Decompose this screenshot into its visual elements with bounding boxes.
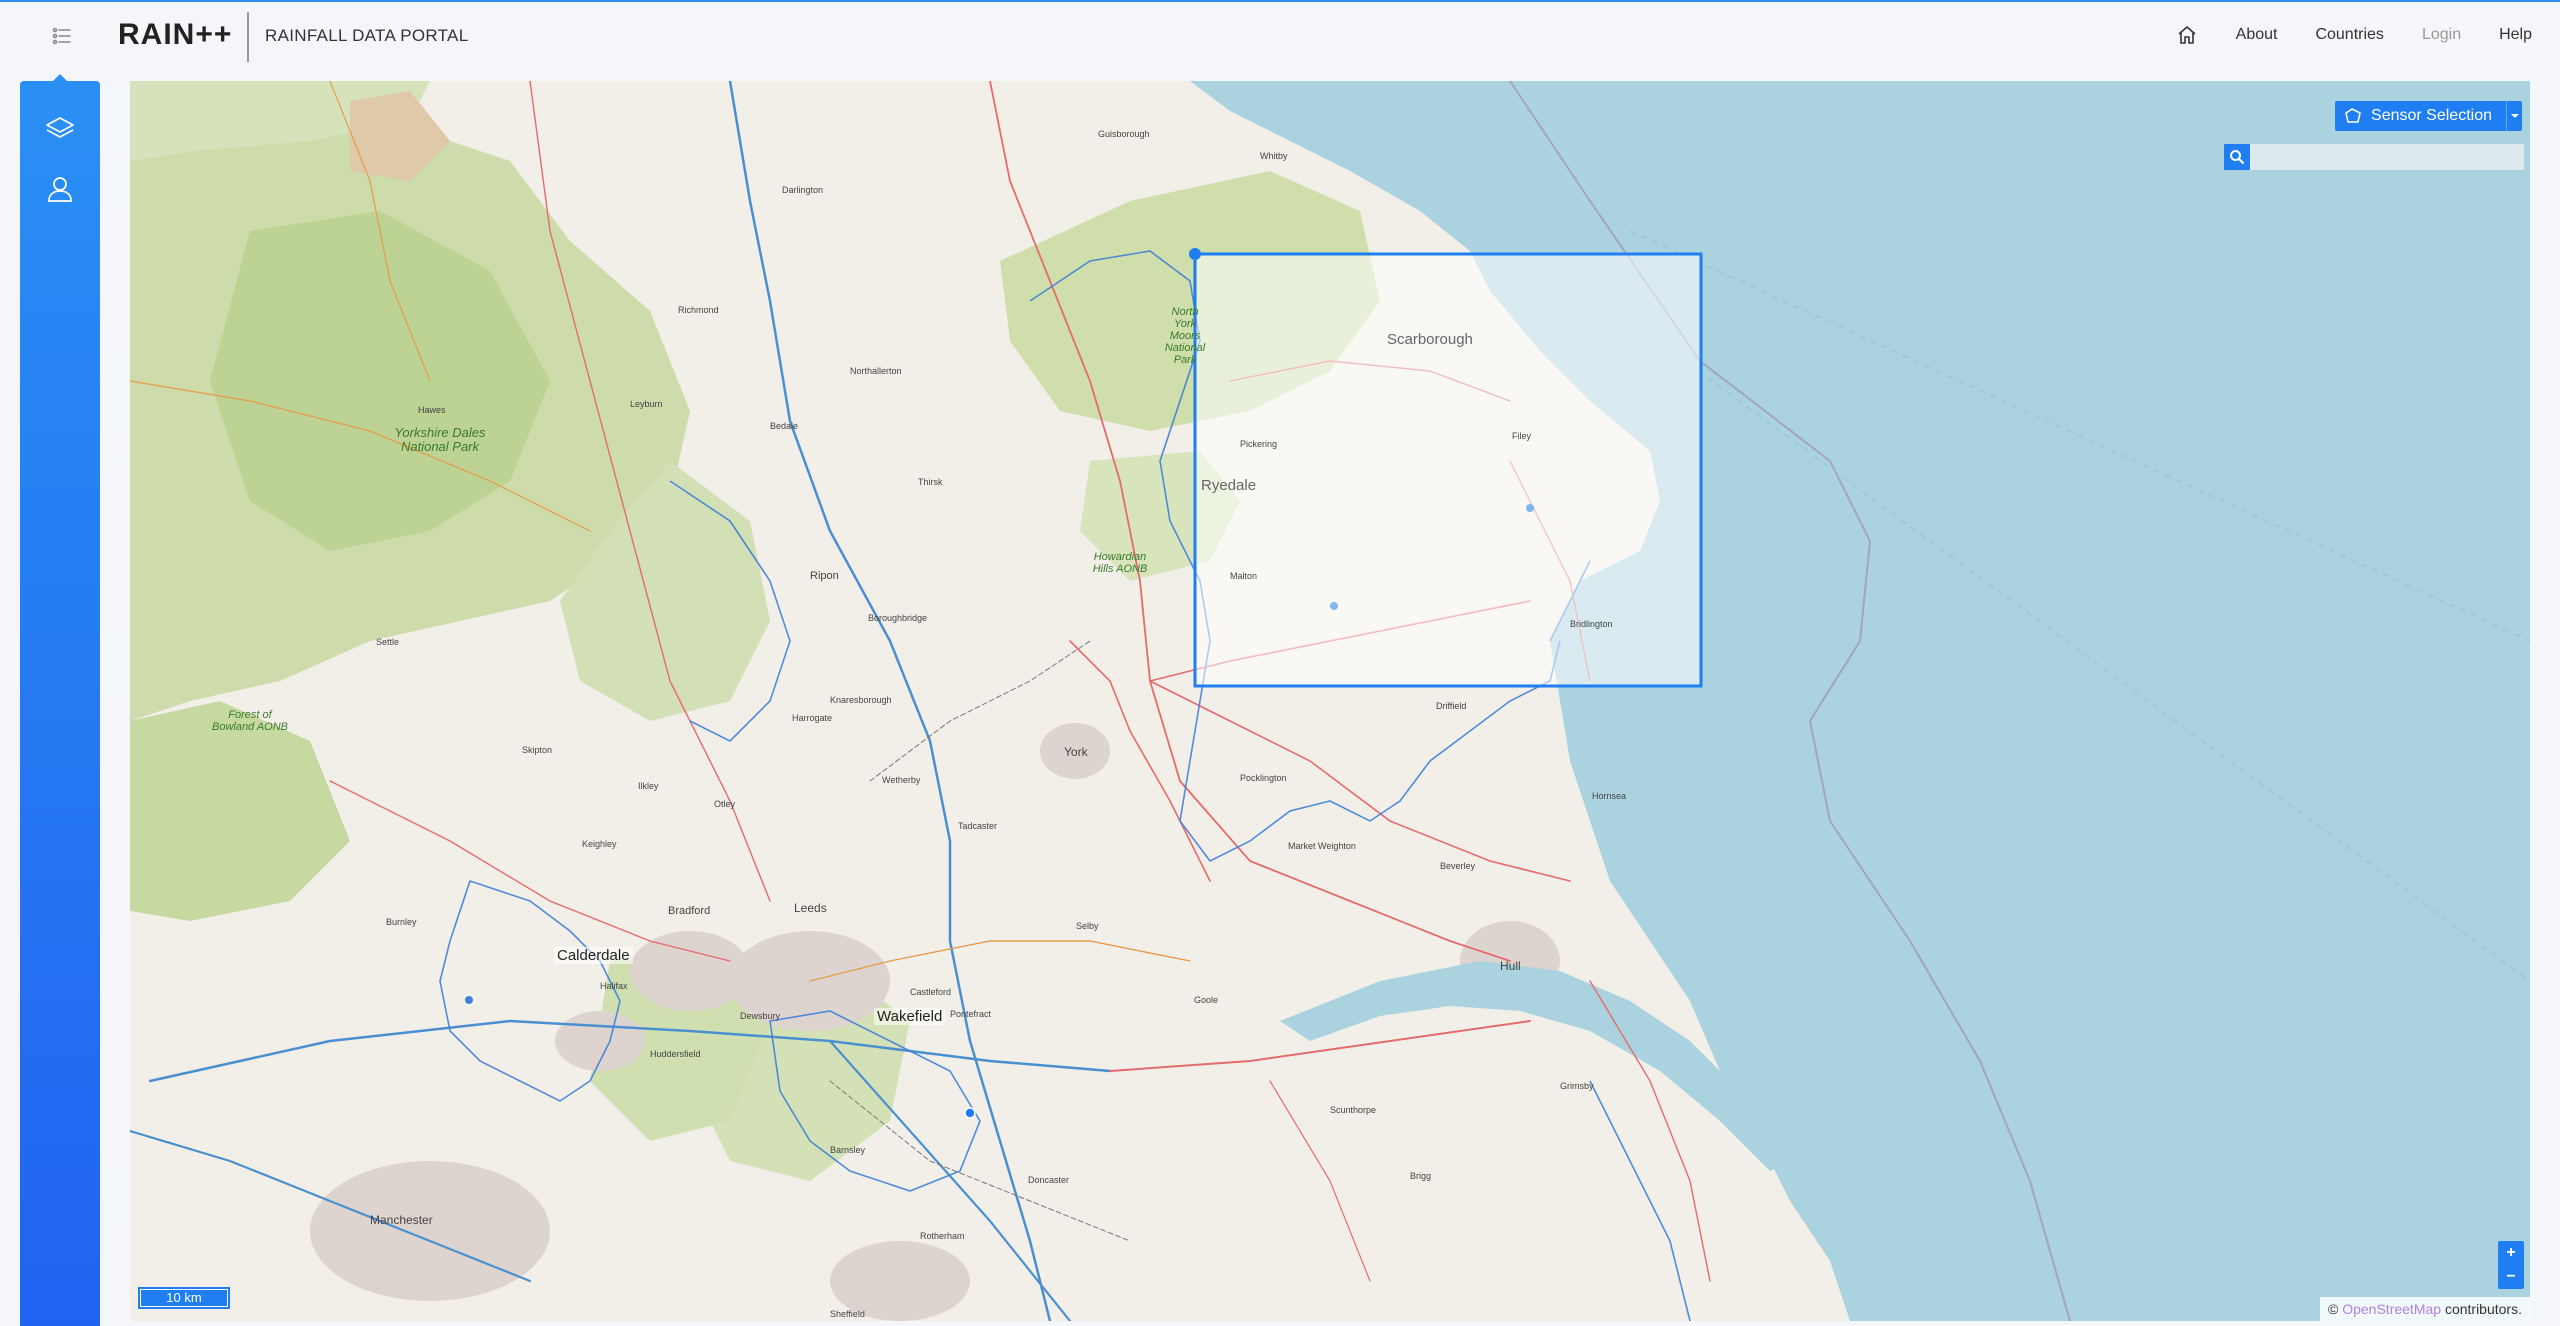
place-label: Goole <box>1194 995 1219 1005</box>
layers-button[interactable] <box>44 113 76 145</box>
place-label: Dewsbury <box>740 1011 781 1021</box>
selection-rectangle[interactable] <box>1193 252 1703 688</box>
left-tool-rail <box>20 81 100 1326</box>
region-label-calderdale: Calderdale <box>554 947 633 964</box>
place-label: Darlington <box>782 185 824 195</box>
place-label: Leeds <box>794 901 827 915</box>
sensor-marker[interactable] <box>1330 602 1338 610</box>
place-label: Doncaster <box>1028 1175 1070 1185</box>
selection-vertex-handle[interactable] <box>1189 248 1201 260</box>
place-label: Wetherby <box>882 775 921 785</box>
park-label-bowland: Forest of Bowland AONB <box>211 709 289 733</box>
map-attribution: © OpenStreetMap contributors. <box>2320 1297 2530 1321</box>
place-label: Settle <box>376 637 400 647</box>
header-divider <box>247 12 249 62</box>
place-label: Pocklington <box>1240 773 1287 783</box>
place-label: Huddersfield <box>650 1049 701 1059</box>
place-label: Hull <box>1500 959 1521 973</box>
sensor-marker[interactable] <box>1526 504 1534 512</box>
place-label: Rotherham <box>920 1231 965 1241</box>
map-base-layer[interactable] <box>130 81 2530 1321</box>
attribution-prefix: © <box>2328 1301 2343 1317</box>
home-icon[interactable] <box>2176 24 2198 46</box>
scale-bar: 10 km <box>138 1287 230 1309</box>
place-label: Hawes <box>418 405 446 415</box>
user-button[interactable] <box>44 173 76 205</box>
place-label: Castleford <box>910 987 952 997</box>
place-label: Sheffield <box>830 1309 865 1319</box>
place-label: Otley <box>714 799 736 809</box>
search-button[interactable] <box>2224 144 2250 170</box>
park-label-yorkshire-dales: Yorkshire Dales National Park <box>394 425 486 454</box>
menu-toggle-button[interactable] <box>48 22 76 50</box>
region-label-ryedale: Ryedale <box>1201 477 1257 494</box>
place-label: Ilkley <box>638 781 659 791</box>
sensor-selection-dropdown[interactable]: Sensor Selection <box>2335 101 2522 131</box>
top-nav: About Countries Login Help <box>2176 24 2532 46</box>
place-label: Harrogate <box>792 713 833 723</box>
place-label: Bedale <box>770 421 799 431</box>
place-label: Brigg <box>1410 1171 1432 1181</box>
zoom-out-button[interactable]: − <box>2498 1265 2524 1289</box>
osm-link[interactable]: OpenStreetMap <box>2342 1301 2441 1317</box>
attribution-suffix: contributors. <box>2441 1301 2522 1317</box>
place-label: Richmond <box>678 305 719 315</box>
place-label: Halifax <box>600 981 628 991</box>
place-label: Driffield <box>1436 701 1467 711</box>
region-label-wakefield: Wakefield <box>874 1008 946 1025</box>
place-label: Leyburn <box>630 399 663 409</box>
place-label: Hornsea <box>1592 791 1627 801</box>
place-label: Skipton <box>522 745 553 755</box>
place-label: Keighley <box>582 839 617 849</box>
place-label: Barnsley <box>830 1145 866 1155</box>
search-input[interactable] <box>2250 144 2524 170</box>
portal-title: RAINFALL DATA PORTAL <box>265 26 469 45</box>
app-logo[interactable]: RAIN++ <box>118 18 232 52</box>
zoom-control: + − <box>2498 1241 2524 1289</box>
place-label: Boroughbridge <box>868 613 928 623</box>
layers-icon <box>46 117 74 138</box>
nav-login-link[interactable]: Login <box>2422 26 2461 44</box>
place-label: Bridlington <box>1570 619 1613 629</box>
place-label: Whitby <box>1260 151 1288 161</box>
park-label-moors: North York Moors National Park <box>1164 306 1206 366</box>
app-header: RAIN++ RAINFALL DATA PORTAL About Countr… <box>0 2 2560 68</box>
place-label: Tadcaster <box>958 821 998 831</box>
region-label-scarborough: Scarborough <box>1387 331 1473 348</box>
place-label: Burnley <box>386 917 417 927</box>
nav-countries-link[interactable]: Countries <box>2315 26 2383 44</box>
place-label: Bradford <box>668 905 711 917</box>
place-label: Grimsby <box>1560 1081 1594 1091</box>
zoom-in-button[interactable]: + <box>2498 1241 2524 1265</box>
chevron-down-icon[interactable] <box>2506 101 2522 131</box>
sensor-marker[interactable] <box>465 996 473 1004</box>
place-label: Selby <box>1076 921 1099 931</box>
place-label: Manchester <box>370 1213 433 1227</box>
place-label: Northallerton <box>850 366 902 376</box>
list-icon <box>52 27 71 45</box>
place-label: Scunthorpe <box>1330 1105 1377 1115</box>
place-label: Pontefract <box>950 1009 992 1019</box>
place-label: Guisborough <box>1098 129 1150 139</box>
place-label: Thirsk <box>918 477 943 487</box>
park-label-howardian: Howardian Hills AONB <box>1092 551 1148 575</box>
place-label: Market Weighton <box>1288 841 1356 851</box>
place-label: Ripon <box>810 570 839 582</box>
map-search <box>2224 144 2524 170</box>
place-label: Beverley <box>1440 861 1476 871</box>
search-icon <box>2230 150 2245 165</box>
sensor-marker[interactable] <box>964 1107 976 1119</box>
map-view[interactable]: Scarborough Ryedale Calderdale Wakefield… <box>130 81 2530 1321</box>
nav-help-link[interactable]: Help <box>2499 26 2532 44</box>
place-label: Pickering <box>1240 439 1278 449</box>
sensor-selection-label: Sensor Selection <box>2371 107 2492 124</box>
place-label: Knaresborough <box>830 695 892 705</box>
nav-about-link[interactable]: About <box>2236 26 2278 44</box>
place-label: Malton <box>1230 571 1258 581</box>
polygon-draw-icon <box>2335 101 2371 131</box>
user-icon <box>48 177 72 202</box>
place-label: Filey <box>1512 431 1532 441</box>
place-label: York <box>1064 745 1088 759</box>
